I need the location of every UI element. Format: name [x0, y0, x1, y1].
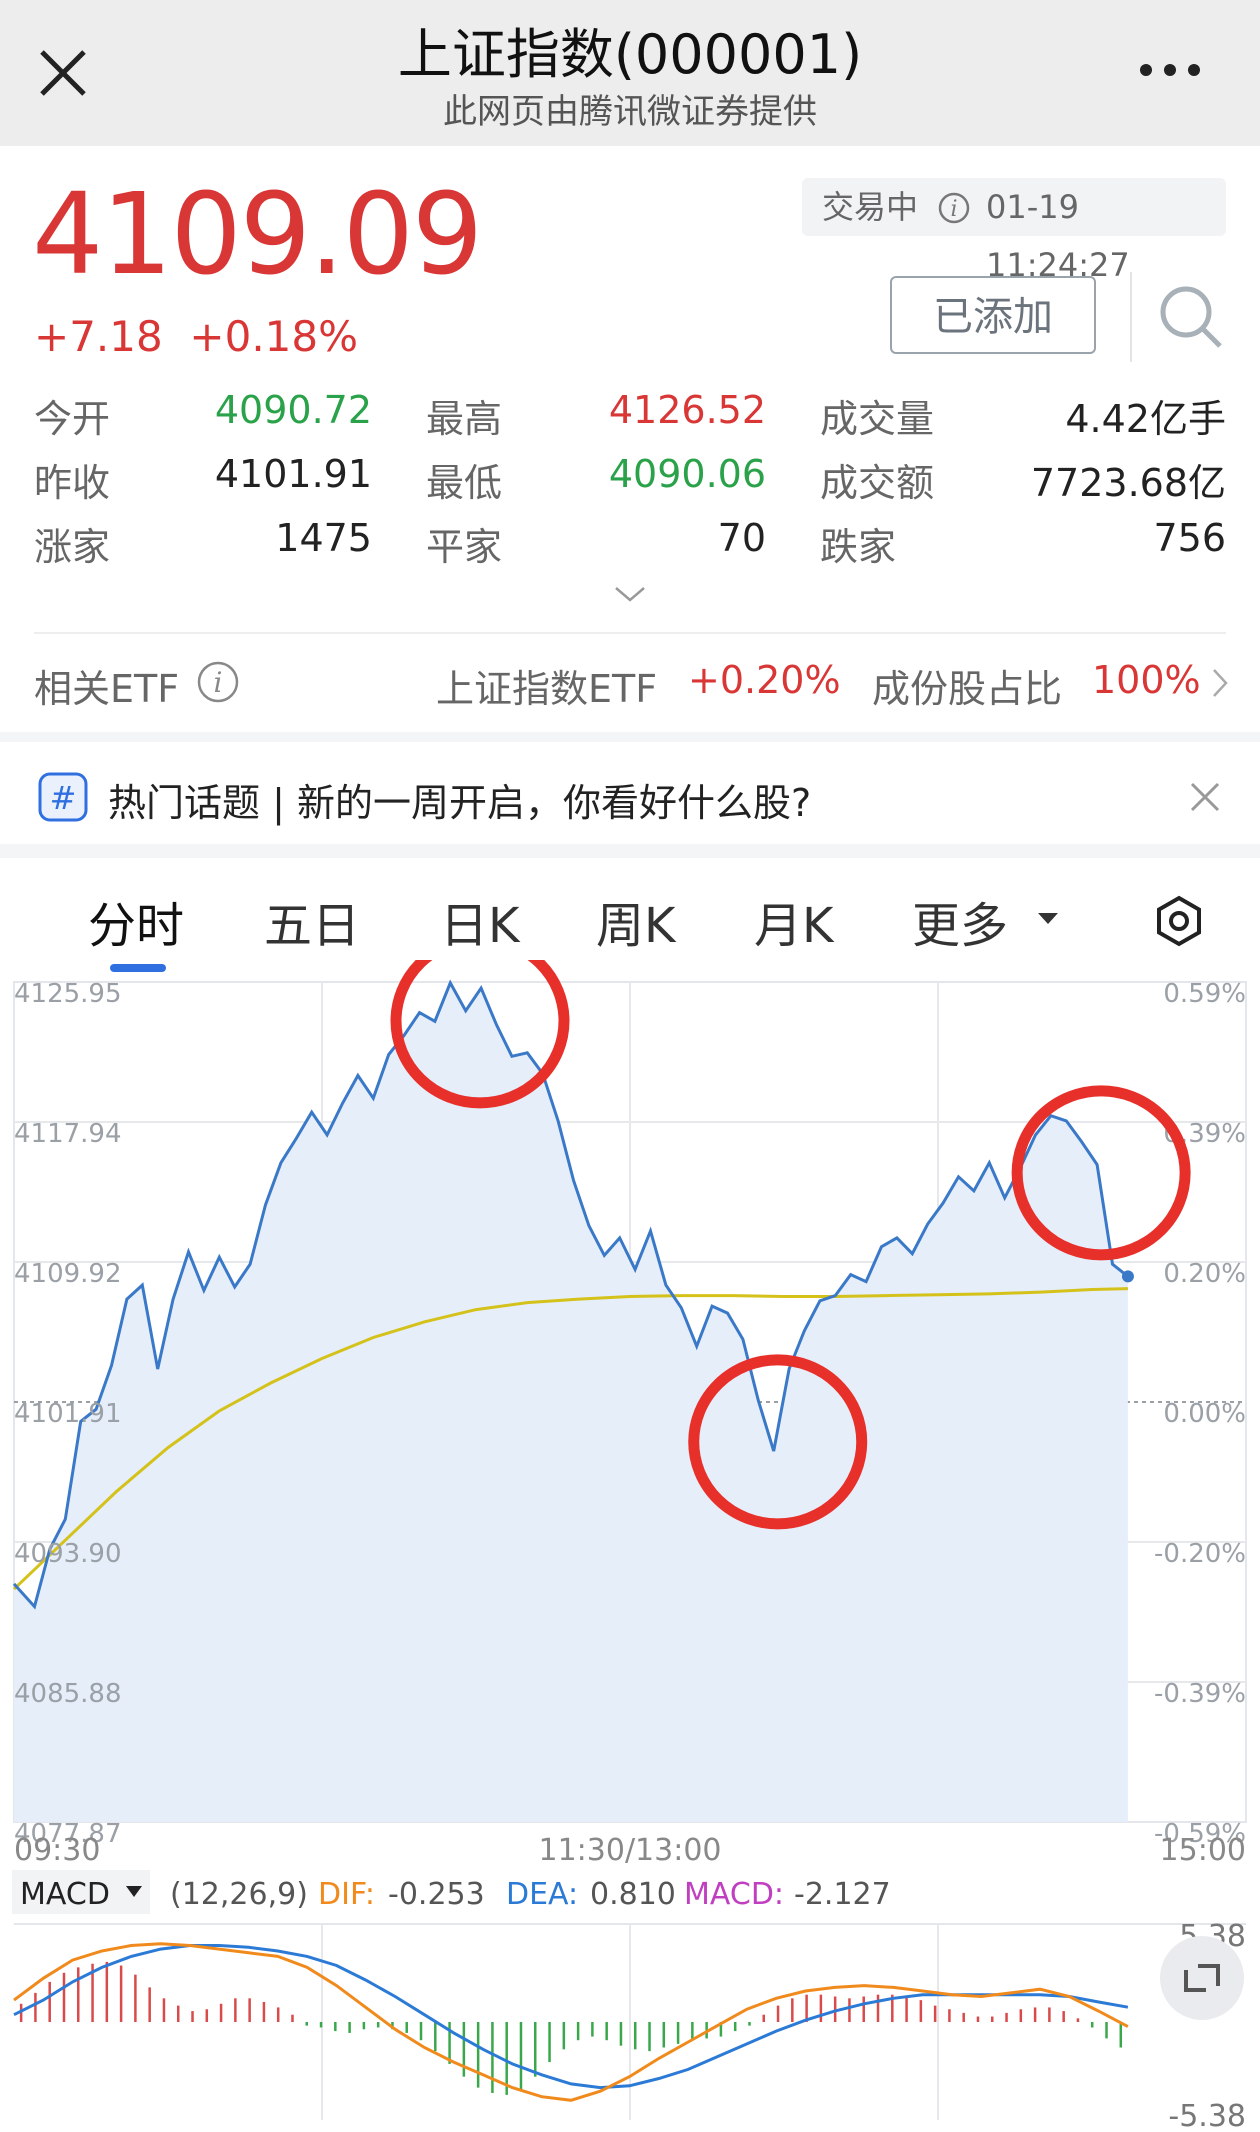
- y-tick-label-pct: 0.20%: [1163, 1259, 1246, 1289]
- chevron-right-icon: [1213, 669, 1228, 697]
- dea-label: DEA:: [506, 1877, 578, 1912]
- top-bar: 上证指数(000001) 此网页由腾讯微证券提供: [0, 0, 1260, 146]
- price-change: +7.18 +0.18%: [34, 312, 358, 361]
- dif-value: -0.253: [388, 1877, 485, 1912]
- dea-line: [13, 1944, 1129, 2090]
- last-price: 4109.09: [32, 170, 483, 300]
- tab-intraday[interactable]: 分时: [88, 886, 184, 956]
- etf-label: 相关ETF: [34, 667, 180, 711]
- tab-five-day[interactable]: 五日: [264, 886, 360, 956]
- section-gap: [0, 844, 1260, 858]
- right-axis-labels: 0.59%0.39%0.20%0.00%-0.20%-0.39%-0.59%: [1154, 979, 1246, 1849]
- stat-label: 昨收: [34, 461, 111, 505]
- related-etf-row[interactable]: 相关ETF i 上证指数ETF +0.20% 成份股占比 100%: [0, 634, 1260, 730]
- stat-label: 最高: [426, 397, 503, 441]
- stat-label: 跌家: [820, 525, 897, 569]
- section-gap: [0, 732, 1260, 742]
- tab-monthly-k[interactable]: 月K: [754, 886, 833, 956]
- info-icon[interactable]: i: [937, 191, 971, 225]
- dif-label: DIF:: [318, 1877, 375, 1912]
- price-area-fill: [14, 982, 1128, 1822]
- macd-params: (12,26,9): [170, 1877, 308, 1912]
- hashtag-icon: #: [38, 772, 88, 822]
- y-tick-label: 4109.92: [14, 1259, 122, 1289]
- divider: [1130, 272, 1132, 362]
- stat-label: 平家: [426, 525, 503, 569]
- status-text: 交易中: [822, 188, 919, 226]
- expand-stats-button[interactable]: [610, 582, 650, 610]
- etf-name: 上证指数ETF: [436, 667, 658, 711]
- fullscreen-button[interactable]: [1160, 1936, 1244, 2020]
- svg-text:i: i: [214, 666, 223, 699]
- macd-legend: MACD (12,26,9) DIF: -0.253 DEA: 0.810 MA…: [12, 1870, 891, 1914]
- etf-change: +0.20%: [688, 658, 841, 702]
- search-button[interactable]: [1156, 282, 1226, 352]
- page-subtitle: 此网页由腾讯微证券提供: [443, 92, 817, 132]
- tab-daily-k[interactable]: 日K: [440, 886, 519, 956]
- y-tick-label-pct: 0.00%: [1163, 1399, 1246, 1429]
- y-tick-label-pct: -0.39%: [1154, 1679, 1246, 1709]
- trading-status: 交易中 i 01-19 11:24:27: [802, 178, 1226, 284]
- stat-label: 成交量: [820, 397, 935, 441]
- stat-value: 4101.91: [214, 452, 372, 496]
- dea-value: 0.810: [590, 1877, 676, 1912]
- stat-value: 7723.68亿: [1030, 461, 1226, 505]
- svg-text:#: #: [50, 779, 77, 817]
- change-percent: +0.18%: [189, 312, 359, 361]
- tab-more[interactable]: 更多: [912, 886, 1008, 956]
- x-tick-label: 09:30: [14, 1833, 100, 1868]
- time-axis-labels: 09:30 11:30/13:00 15:00: [14, 1833, 1246, 1868]
- y-tick-label: 4093.90: [14, 1539, 122, 1569]
- price-area: [14, 982, 1128, 1822]
- y-tick-label: 4117.94: [14, 1119, 122, 1149]
- caret-down-icon: [1038, 913, 1058, 924]
- dif-line: [13, 1942, 1129, 2102]
- info-icon[interactable]: i: [196, 660, 240, 704]
- chevron-down-icon: [615, 587, 645, 602]
- page-title: 上证指数(000001): [397, 23, 863, 86]
- x-tick-label: 15:00: [1160, 1833, 1246, 1868]
- settings-icon[interactable]: [1152, 894, 1206, 948]
- macd-chart: 5.38-5.38: [13, 1919, 1246, 2132]
- stat-label: 成交额: [820, 461, 935, 505]
- hot-topic-banner[interactable]: # 热门话题 | 新的一周开启，你看好什么股?: [0, 742, 1260, 854]
- stat-label: 最低: [426, 461, 503, 505]
- indicator-name: MACD: [20, 1877, 110, 1912]
- change-value: +7.18: [34, 312, 163, 361]
- last-price-dot: [1121, 1270, 1134, 1283]
- y-tick-label-pct: 0.59%: [1163, 979, 1246, 1009]
- search-icon: [1160, 286, 1222, 348]
- stat-value: 4090.72: [214, 388, 372, 432]
- watchlist-button[interactable]: 已添加: [890, 276, 1096, 354]
- y-tick-label: 4101.91: [14, 1399, 122, 1429]
- stat-value: 70: [717, 516, 766, 560]
- y-tick-label: 4085.88: [14, 1679, 122, 1709]
- y-tick-label-pct: -0.20%: [1154, 1539, 1246, 1569]
- tab-weekly-k[interactable]: 周K: [596, 886, 675, 956]
- x-tick-label: 11:30/13:00: [538, 1833, 721, 1868]
- macd-value: -2.127: [794, 1877, 891, 1912]
- stat-label: 今开: [34, 397, 111, 441]
- constituent-ratio-label: 成份股占比: [872, 667, 1063, 711]
- stat-value: 4.42亿手: [1065, 397, 1226, 441]
- macd-label: MACD:: [684, 1877, 784, 1912]
- more-dots-icon: [1140, 64, 1200, 76]
- chart-tabs: 分时 五日 日K 周K 月K 更多: [0, 880, 1260, 972]
- macd-y-min-label: -5.38: [1168, 2099, 1246, 2132]
- stat-value: 4090.06: [608, 452, 766, 496]
- intraday-chart[interactable]: 4125.95 4117.94 4109.92 4101.91 4093.90 4085.…: [0, 960, 1260, 2132]
- banner-text: 热门话题 | 新的一周开启，你看好什么股?: [108, 781, 812, 825]
- close-icon[interactable]: [1186, 778, 1224, 816]
- constituent-ratio: 100%: [1092, 658, 1201, 702]
- stat-value: 4126.52: [608, 388, 766, 432]
- y-tick-label: 4125.95: [14, 979, 122, 1009]
- more-button[interactable]: [1130, 40, 1210, 100]
- stat-value: 1475: [275, 516, 372, 560]
- svg-text:i: i: [950, 197, 957, 222]
- stat-value: 756: [1153, 516, 1226, 560]
- stat-label: 涨家: [34, 525, 111, 569]
